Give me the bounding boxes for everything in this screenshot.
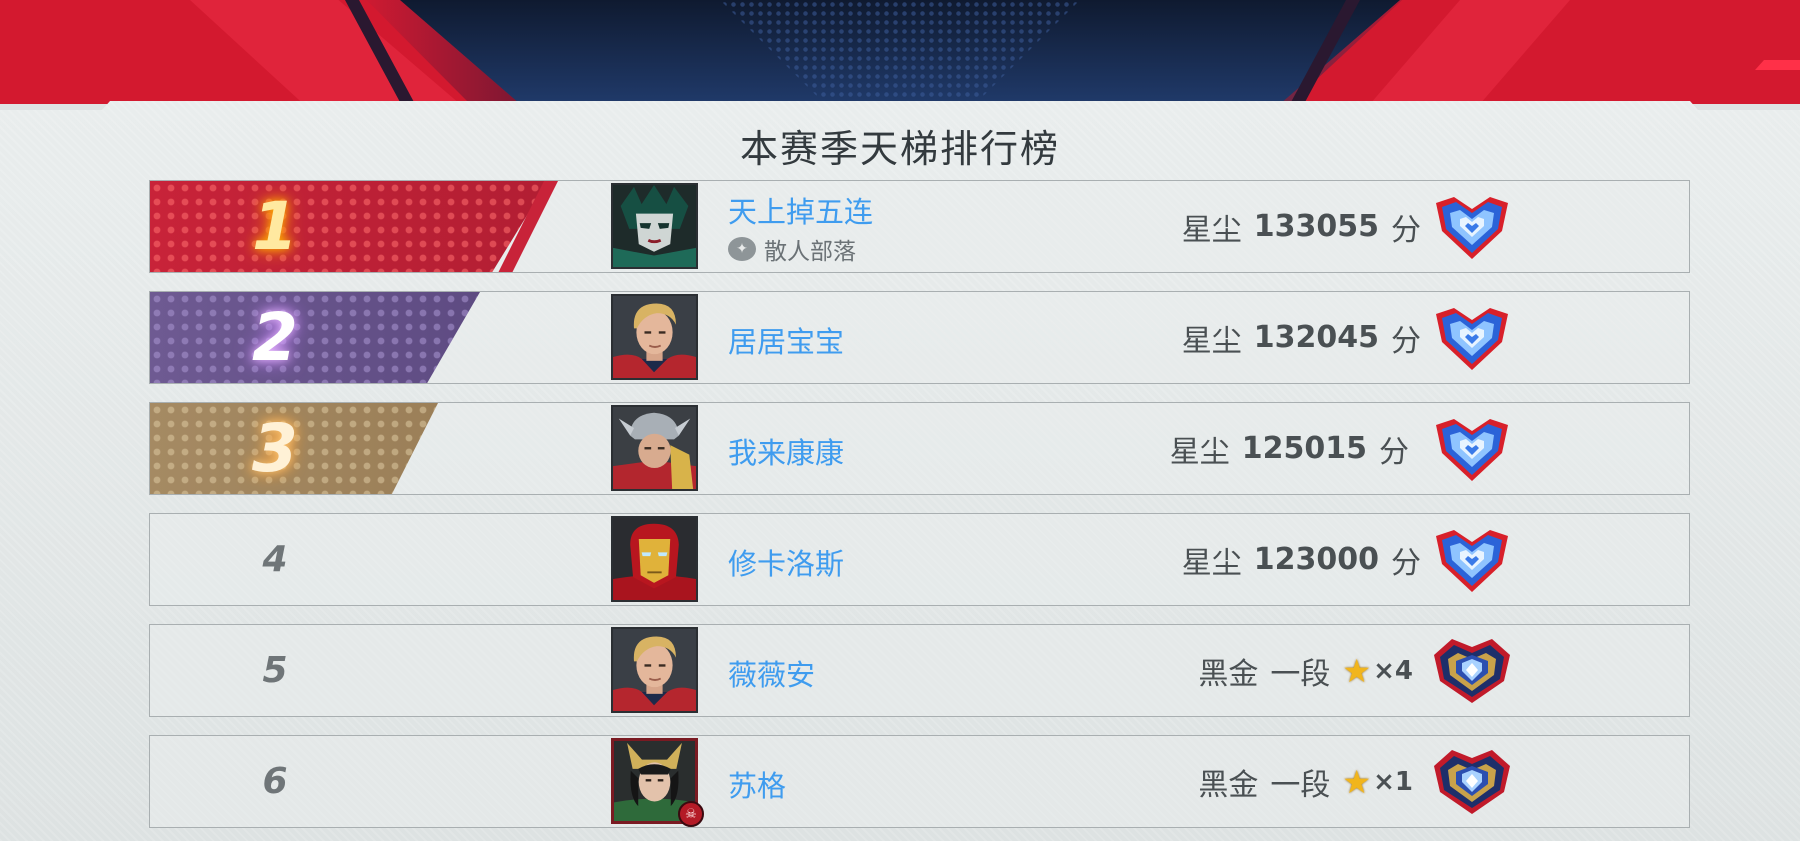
- tier-label: 黑金: [1198, 767, 1259, 803]
- stardust-emblem-icon: [1432, 189, 1512, 263]
- leaderboard-row[interactable]: 2 居居宝宝 星尘 132045 分: [149, 291, 1690, 384]
- stardust-emblem-icon: [1432, 411, 1512, 485]
- score-unit: 分: [1391, 212, 1421, 248]
- score-value: 123000: [1253, 542, 1379, 577]
- black-gold-emblem-icon: [1432, 744, 1512, 818]
- rank-number: 1: [252, 188, 298, 265]
- score: 黑金 一段 ★ ×4: [1198, 625, 1413, 716]
- rank-number: 3: [252, 410, 298, 487]
- rank-number: 6: [262, 761, 288, 802]
- hela-avatar[interactable]: [611, 183, 698, 269]
- player-name[interactable]: 我来康康: [728, 430, 844, 472]
- tier-label: 星尘: [1181, 545, 1242, 581]
- guild[interactable]: ✦ 散人部落: [728, 232, 856, 266]
- iron-man-avatar[interactable]: [611, 516, 698, 602]
- score-unit: 分: [1391, 545, 1421, 581]
- score-unit: 分: [1391, 323, 1421, 359]
- leaderboard-row[interactable]: 4 修卡洛斯 星尘 123000 分: [149, 513, 1690, 606]
- captain-america-avatar[interactable]: [611, 294, 698, 380]
- score-value: 133055: [1253, 209, 1379, 244]
- page-title: 本赛季天梯排行榜: [739, 127, 1060, 171]
- player-name[interactable]: 修卡洛斯: [728, 541, 844, 583]
- stardust-emblem-icon: [1432, 522, 1512, 596]
- division-label: 一段: [1270, 767, 1331, 803]
- tier-label: 黑金: [1198, 656, 1259, 692]
- rank-number: 4: [262, 539, 288, 580]
- star-count: ×1: [1373, 766, 1413, 797]
- leaderboard-row[interactable]: 6 ☠ 苏格 黑金 一段 ★ ×1: [149, 735, 1690, 828]
- tier-label: 星尘: [1169, 434, 1230, 470]
- leaderboard-row[interactable]: 3 我来康康 星尘 125015 分: [149, 402, 1690, 495]
- guild-name: 散人部落: [764, 239, 856, 265]
- score: 黑金 一段 ★ ×1: [1198, 736, 1413, 827]
- player-name[interactable]: 天上掉五连: [728, 189, 873, 231]
- score-value: 125015: [1241, 431, 1367, 466]
- score: 星尘 125015 分: [1170, 403, 1409, 494]
- division-label: 一段: [1270, 656, 1331, 692]
- star-count: ×4: [1373, 655, 1413, 686]
- tier-label: 星尘: [1181, 323, 1242, 359]
- captain-america-avatar[interactable]: [611, 627, 698, 713]
- hydra-badge-icon: ☠: [678, 801, 704, 827]
- star-icon: ★: [1342, 762, 1372, 801]
- guild-icon: ✦: [728, 237, 756, 261]
- top-banner: [0, 0, 1800, 104]
- thor-avatar[interactable]: [611, 405, 698, 491]
- leaderboard-row[interactable]: 1 天上掉五连 ✦ 散人部落 星尘 133055 分: [149, 180, 1690, 273]
- leaderboard-row[interactable]: 5 薇薇安 黑金 一段 ★ ×4: [149, 624, 1690, 717]
- rank-number: 5: [262, 650, 288, 691]
- stardust-emblem-icon: [1432, 300, 1512, 374]
- score-value: 132045: [1253, 320, 1379, 355]
- rank-number: 2: [252, 299, 298, 376]
- score: 星尘 123000 分: [1182, 514, 1421, 605]
- score: 星尘 132045 分: [1182, 292, 1421, 383]
- player-name[interactable]: 薇薇安: [728, 652, 815, 694]
- player-name[interactable]: 苏格: [728, 763, 786, 805]
- score-unit: 分: [1379, 434, 1409, 470]
- player-name[interactable]: 居居宝宝: [728, 319, 844, 361]
- black-gold-emblem-icon: [1432, 633, 1512, 707]
- tier-label: 星尘: [1181, 212, 1242, 248]
- star-icon: ★: [1342, 651, 1372, 690]
- score: 星尘 133055 分: [1182, 181, 1421, 272]
